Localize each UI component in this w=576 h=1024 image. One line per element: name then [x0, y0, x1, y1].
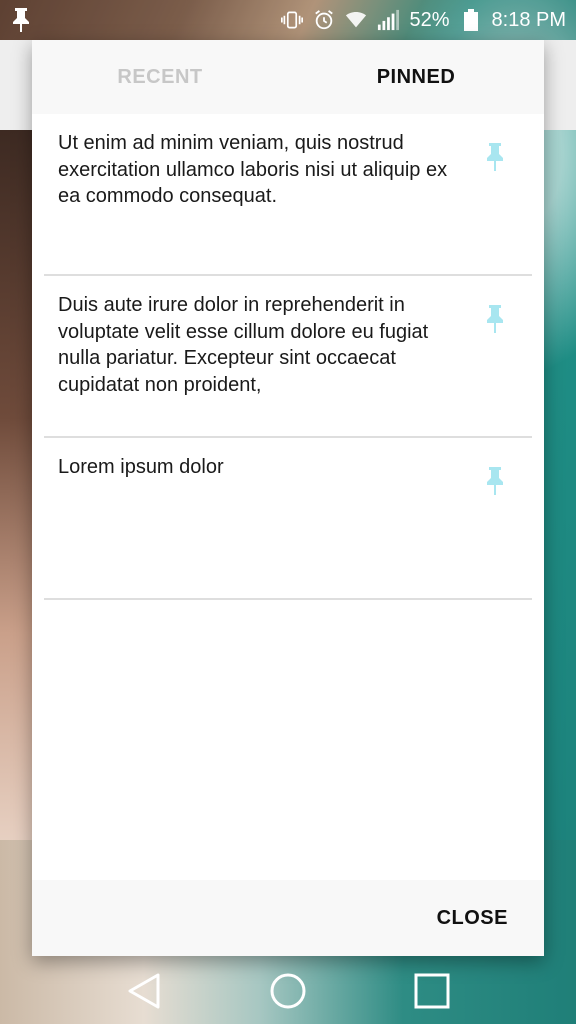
- pinned-dialog: RECENT PINNED Ut enim ad minim veniam, q…: [32, 40, 544, 956]
- tab-bar: RECENT PINNED: [32, 40, 544, 114]
- back-icon[interactable]: [120, 967, 168, 1015]
- home-icon[interactable]: [264, 967, 312, 1015]
- list-item[interactable]: Ut enim ad minim veniam, quis nostrud ex…: [44, 114, 532, 276]
- alarm-icon: [313, 9, 335, 31]
- pin-icon[interactable]: [482, 464, 508, 498]
- battery-icon: [460, 9, 482, 31]
- tab-pinned[interactable]: PINNED: [288, 40, 544, 114]
- recents-icon[interactable]: [408, 967, 456, 1015]
- pinned-list: Ut enim ad minim veniam, quis nostrud ex…: [32, 114, 544, 880]
- item-text: Duis aute irure dolor in reprehenderit i…: [58, 294, 429, 396]
- pin-icon[interactable]: [482, 302, 508, 336]
- vibrate-icon: [281, 9, 304, 31]
- navigation-bar: [0, 958, 576, 1024]
- list-item[interactable]: Duis aute irure dolor in reprehenderit i…: [44, 276, 532, 438]
- pin-notification-icon: [10, 8, 32, 32]
- close-button[interactable]: CLOSE: [437, 907, 508, 930]
- item-text: Ut enim ad minim veniam, quis nostrud ex…: [58, 132, 448, 207]
- list-item[interactable]: Lorem ipsum dolor: [44, 438, 532, 600]
- dialog-footer: CLOSE: [32, 880, 544, 956]
- tab-recent[interactable]: RECENT: [32, 40, 288, 114]
- pin-icon[interactable]: [482, 140, 508, 174]
- item-text: Lorem ipsum dolor: [58, 456, 224, 478]
- status-bar: 52% 8:18 PM: [0, 0, 576, 40]
- wifi-icon: [345, 9, 367, 31]
- battery-percent: 52%: [409, 8, 450, 31]
- signal-icon: [377, 9, 400, 31]
- status-time: 8:18 PM: [491, 8, 566, 31]
